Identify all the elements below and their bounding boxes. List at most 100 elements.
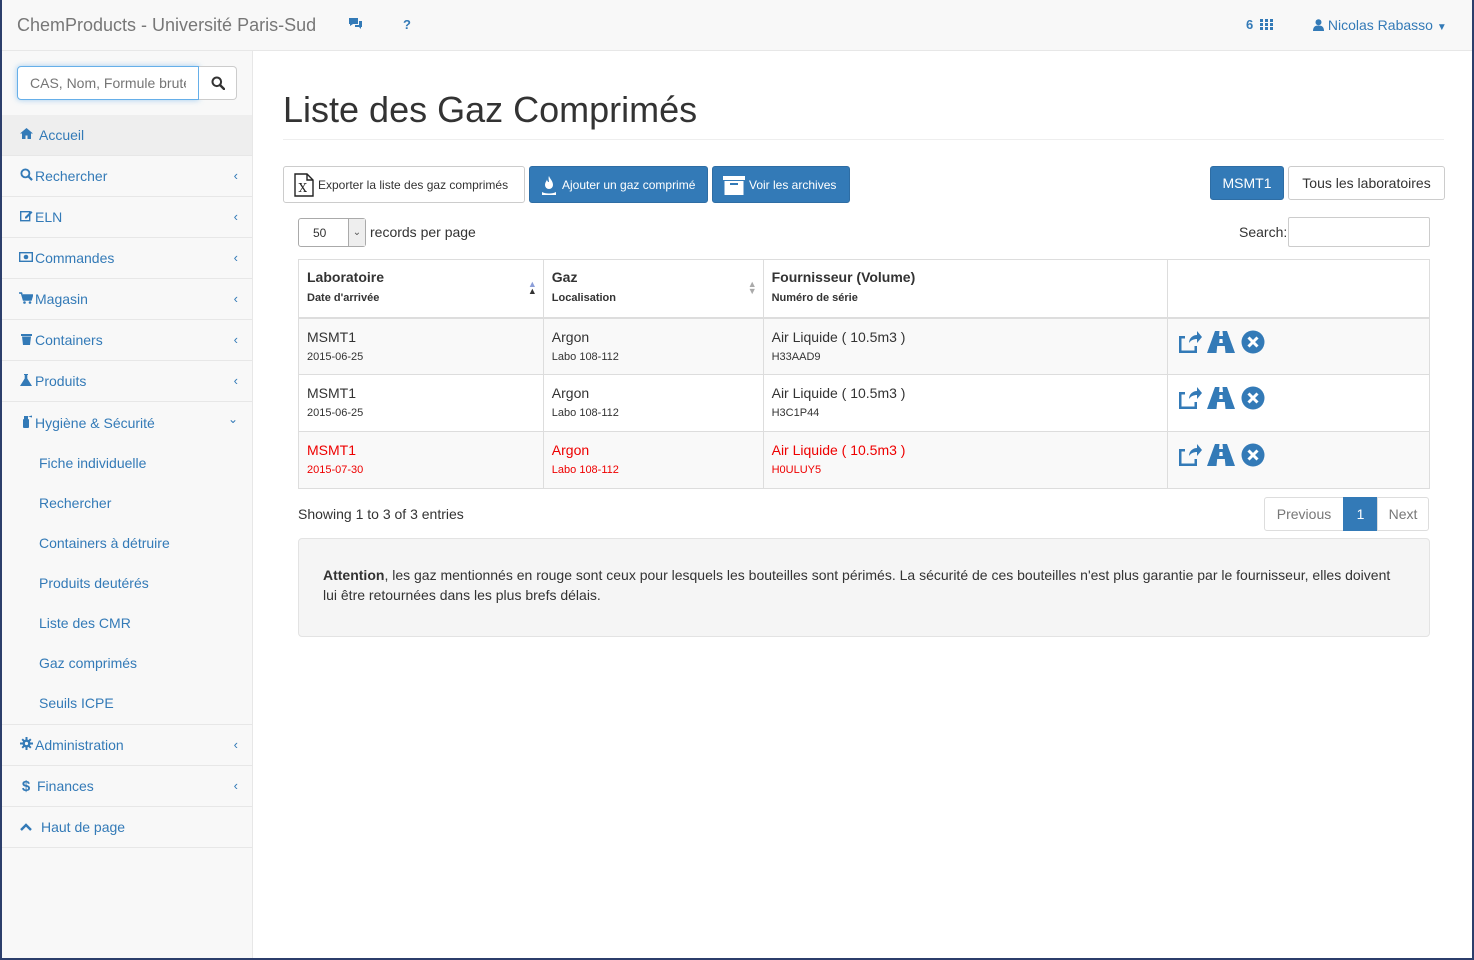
sidebar-item-administration[interactable]: Administration ‹	[2, 725, 252, 766]
chevron-left-icon: ‹	[233, 737, 238, 752]
sidebar-item-finances[interactable]: $ Finances ‹	[2, 766, 252, 807]
sidebar-item-label: ELN	[35, 209, 63, 225]
cart-icon	[19, 291, 34, 307]
workspace-count[interactable]: 6	[1246, 17, 1273, 32]
sidebar-subitem-gaz-comprimes[interactable]: Gaz comprimés	[2, 643, 252, 683]
cell-fournisseur: Air Liquide ( 10.5m3 )	[771, 442, 906, 458]
sidebar-menu: Accueil Rechercher ‹ ELN ‹ Commandes ‹ M…	[2, 115, 252, 848]
cell-date: 2015-06-25	[307, 350, 364, 363]
delete-circle-icon[interactable]	[1240, 443, 1266, 470]
column-subtitle: Date d'arrivée	[307, 292, 380, 304]
sidebar-item-hygiene[interactable]: Hygiène & Sécurité ⌄	[2, 402, 252, 443]
transfer-road-icon[interactable]	[1206, 386, 1236, 413]
cell-gaz: Argon	[551, 385, 590, 401]
cell-lab: MSMT1	[307, 385, 356, 401]
cell-fournisseur: Air Liquide ( 10.5m3 )	[771, 328, 906, 345]
sidebar-item-produits[interactable]: Produits ‹	[2, 361, 252, 402]
sidebar-subitem-seuils-icpe[interactable]: Seuils ICPE	[2, 683, 252, 723]
add-gas-button-label: Ajouter un gaz comprimé	[562, 177, 696, 192]
cell-fournisseur: Air Liquide ( 10.5m3 )	[771, 385, 906, 401]
chevron-left-icon: ‹	[233, 168, 238, 183]
chevron-down-icon: ⌄	[348, 219, 365, 246]
caret-down-icon: ▼	[1436, 22, 1447, 33]
sidebar-subitem-rechercher[interactable]: Rechercher	[2, 483, 252, 523]
share-icon[interactable]	[1176, 386, 1203, 413]
workspace-count-value: 6	[1246, 17, 1254, 32]
export-button[interactable]: X Exporter la liste des gaz comprimés	[283, 166, 525, 203]
records-per-page-select[interactable]: 50 ⌄	[298, 218, 366, 247]
money-icon	[18, 251, 34, 265]
cell-date: 2015-06-25	[307, 407, 364, 419]
sidebar-subitem-fiche[interactable]: Fiche individuelle	[2, 443, 252, 483]
add-gas-button[interactable]: Ajouter un gaz comprimé	[529, 166, 708, 203]
column-title: Gaz	[551, 269, 578, 285]
column-header-gaz[interactable]: Gaz Localisation ▲ ▼	[542, 259, 764, 318]
column-header-fournisseur[interactable]: Fournisseur (Volume) Numéro de série	[762, 259, 1169, 318]
pagination: Previous 1 Next	[1264, 497, 1429, 531]
records-per-page-label: records per page	[370, 224, 476, 240]
sidebar-item-haut-de-page[interactable]: Haut de page	[2, 807, 252, 848]
column-header-actions	[1167, 259, 1430, 318]
cell-serie: H0ULUY5	[771, 464, 822, 476]
sidebar-item-commandes[interactable]: Commandes ‹	[2, 238, 252, 279]
comments-icon[interactable]	[348, 17, 363, 33]
alert-strong: Attention	[323, 567, 385, 583]
sidebar-item-label: Commandes	[35, 250, 115, 266]
export-button-label: Exporter la liste des gaz comprimés	[318, 177, 509, 192]
sidebar-subitem-containers-detruire[interactable]: Containers à détruire	[2, 523, 252, 563]
archives-button-label: Voir les archives	[749, 177, 837, 192]
archives-button[interactable]: Voir les archives	[712, 166, 850, 203]
share-icon[interactable]	[1176, 330, 1203, 357]
sidebar-item-accueil[interactable]: Accueil	[2, 115, 252, 156]
home-icon	[19, 128, 33, 142]
cell-serie: H3C1P44	[771, 407, 820, 419]
cell-localisation: Labo 108-112	[551, 464, 619, 476]
search-button[interactable]	[199, 66, 237, 100]
table-row-expired: MSMT1 2015-07-30 Argon Labo 108-112 Air Li…	[298, 431, 1430, 489]
delete-circle-icon[interactable]	[1240, 386, 1266, 413]
transfer-road-icon[interactable]	[1206, 330, 1236, 357]
share-icon[interactable]	[1176, 443, 1203, 470]
row-actions	[1176, 386, 1421, 413]
sidebar-item-label: Haut de page	[41, 819, 126, 835]
pagination-page-1[interactable]: 1	[1343, 497, 1378, 531]
row-actions	[1176, 330, 1421, 357]
transfer-road-icon[interactable]	[1206, 443, 1236, 470]
sidebar-item-eln[interactable]: ELN ‹	[2, 197, 252, 238]
table-search-input[interactable]	[1288, 217, 1430, 247]
column-subtitle: Localisation	[551, 292, 616, 304]
pagination-next[interactable]: Next	[1377, 497, 1429, 531]
lab-filter-all[interactable]: Tous les laboratoires	[1288, 166, 1445, 200]
chevron-left-icon: ‹	[233, 373, 238, 388]
help-icon[interactable]: ?	[403, 17, 411, 32]
pagination-previous[interactable]: Previous	[1264, 497, 1344, 531]
search-icon	[19, 168, 33, 184]
delete-circle-icon[interactable]	[1240, 330, 1266, 357]
table-row: MSMT1 2015-06-25 Argon Labo 108-112 Air Li…	[298, 374, 1430, 432]
sidebar-item-containers[interactable]: Containers ‹	[2, 320, 252, 361]
sort-asc-icon: ▲ ▲	[527, 279, 537, 296]
extinguisher-icon	[19, 415, 33, 431]
cell-lab: MSMT1	[307, 442, 356, 458]
search-input[interactable]	[17, 66, 199, 100]
lab-filter-msmt1[interactable]: MSMT1	[1210, 166, 1284, 200]
gear-icon	[19, 737, 33, 753]
chevron-left-icon: ‹	[233, 291, 238, 306]
navbar: ChemProducts - Université Paris-Sud ? 6 …	[2, 0, 1472, 51]
cell-gaz: Argon	[551, 328, 590, 345]
sidebar-subitem-produits-deuteres[interactable]: Produits deutérés	[2, 563, 252, 603]
sidebar-item-label: Rechercher	[35, 168, 108, 184]
sidebar-subitem-liste-cmr[interactable]: Liste des CMR	[2, 603, 252, 643]
column-header-laboratoire[interactable]: Laboratoire Date d'arrivée ▲ ▲	[298, 259, 544, 318]
archive-box-icon	[723, 174, 745, 196]
brand-link[interactable]: ChemProducts - Université Paris-Sud	[17, 15, 316, 36]
bin-icon	[19, 333, 33, 348]
sidebar-item-rechercher[interactable]: Rechercher ‹	[2, 156, 252, 197]
dollar-icon: $	[21, 777, 31, 795]
sidebar-item-magasin[interactable]: Magasin ‹	[2, 279, 252, 320]
page-title: Liste des Gaz Comprimés	[283, 89, 698, 130]
user-menu[interactable]: Nicolas Rabasso ▼	[1313, 17, 1447, 33]
sidebar-item-label: Containers	[35, 332, 103, 348]
column-subtitle: Numéro de série	[771, 292, 858, 304]
cell-lab: MSMT1	[307, 328, 356, 345]
